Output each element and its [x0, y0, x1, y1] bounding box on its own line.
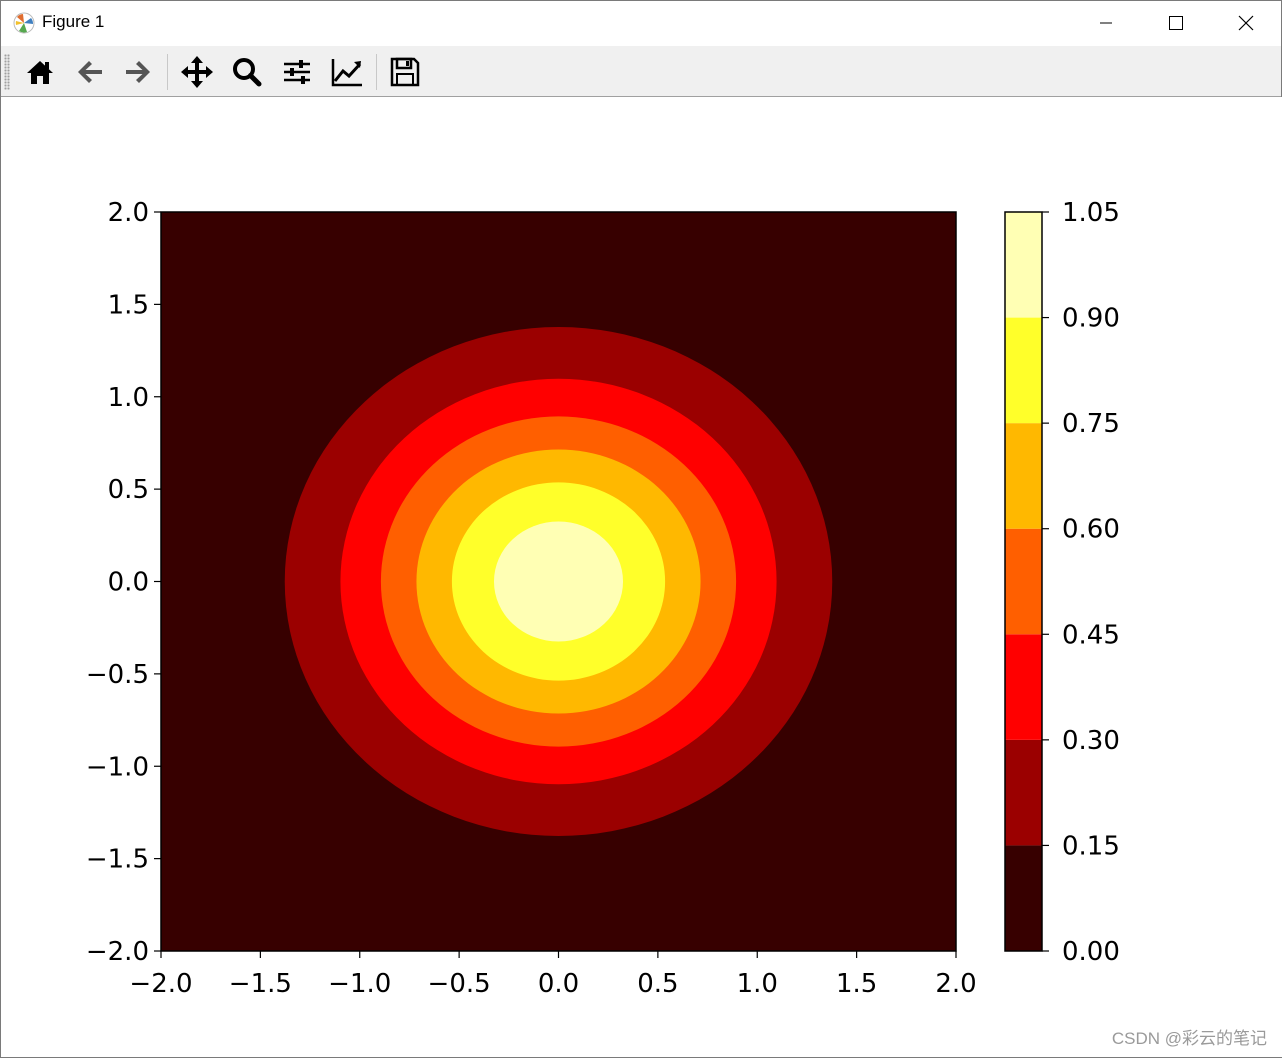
close-button[interactable] — [1211, 1, 1281, 45]
x-axis: −2.0 −1.5 −1.0 −0.5 0.0 0.5 1.0 1.5 2.0 — [129, 951, 977, 999]
minimize-button[interactable] — [1071, 1, 1141, 45]
colorbar-segment — [1005, 634, 1042, 740]
colorbar-tick-label: 0.00 — [1062, 937, 1120, 967]
colorbar-tick-label: 0.60 — [1062, 515, 1120, 545]
forward-button[interactable] — [118, 53, 158, 91]
colorbar-segment — [1005, 845, 1042, 951]
zoom-button[interactable] — [227, 53, 267, 91]
colorbar-tick-label: 0.30 — [1062, 726, 1120, 756]
x-tick-label: −1.5 — [229, 969, 292, 999]
colorbar-segment — [1005, 423, 1042, 529]
contour-chart[interactable]: −2.0 −1.5 −1.0 −0.5 0.0 0.5 1.0 1.5 2.0 −2.0 −1.5… — [2, 97, 1282, 1057]
back-button[interactable] — [70, 53, 110, 91]
y-tick-label: 2.0 — [108, 198, 149, 228]
colorbar-tick-label: 1.05 — [1062, 198, 1120, 228]
minimize-icon — [1100, 22, 1112, 24]
move-icon — [181, 56, 213, 88]
close-icon — [1238, 15, 1254, 31]
y-tick-label: −0.5 — [86, 660, 149, 690]
arrow-left-icon — [78, 61, 102, 83]
figure-window: Figure 1 −2.0 −1.5 −1.0 −0.5 0.0 0.5 1.0… — [0, 0, 1282, 1058]
y-tick-label: 0.5 — [108, 475, 149, 505]
edit-axes-button[interactable] — [327, 53, 367, 91]
maximize-button[interactable] — [1141, 1, 1211, 45]
save-button[interactable] — [385, 53, 425, 91]
toolbar-separator — [376, 54, 377, 90]
maximize-icon — [1169, 16, 1183, 30]
y-tick-label: −1.5 — [86, 845, 149, 875]
y-tick-label: 0.0 — [108, 568, 149, 598]
y-tick-label: 1.0 — [108, 383, 149, 413]
x-tick-label: −2.0 — [129, 969, 192, 999]
floppy-disk-icon — [390, 57, 420, 87]
colorbar-segment — [1005, 739, 1042, 846]
navigation-toolbar — [1, 46, 1281, 97]
colorbar-segment — [1005, 212, 1042, 318]
watermark-text: CSDN @彩云的笔记 — [1111, 1029, 1267, 1048]
subplots-button[interactable] — [277, 53, 317, 91]
y-tick-label: 1.5 — [108, 290, 149, 320]
home-icon — [27, 61, 53, 84]
matplotlib-logo-icon — [13, 12, 35, 34]
title-bar[interactable]: Figure 1 — [1, 1, 1281, 45]
line-chart-icon — [331, 59, 362, 87]
colorbar-tick-label: 0.45 — [1062, 620, 1120, 650]
x-tick-label: −1.0 — [328, 969, 391, 999]
y-axis: −2.0 −1.5 −1.0 −0.5 0.0 0.5 1.0 1.5 2.0 — [86, 198, 161, 967]
contour-band-6 — [493, 521, 624, 642]
window-title: Figure 1 — [42, 12, 105, 31]
figure-canvas[interactable]: −2.0 −1.5 −1.0 −0.5 0.0 0.5 1.0 1.5 2.0 −2.0 −1.5… — [2, 97, 1282, 1057]
colorbar-segment — [1005, 528, 1042, 635]
colorbar: 0.00 0.15 0.30 0.45 0.60 0.75 0.90 1.05 — [1004, 198, 1120, 967]
colorbar-tick-label: 0.75 — [1062, 409, 1120, 439]
home-button[interactable] — [20, 53, 60, 91]
x-tick-label: 1.0 — [737, 969, 778, 999]
x-tick-label: 2.0 — [935, 969, 976, 999]
contour-fills — [161, 212, 956, 951]
x-tick-label: −0.5 — [428, 969, 491, 999]
y-tick-label: −2.0 — [86, 937, 149, 967]
colorbar-segment — [1005, 317, 1042, 424]
y-tick-label: −1.0 — [86, 752, 149, 782]
magnifier-icon — [233, 58, 262, 87]
toolbar-grip[interactable] — [4, 54, 10, 90]
colorbar-tick-label: 0.90 — [1062, 304, 1120, 334]
arrow-right-icon — [126, 61, 150, 83]
toolbar-separator — [167, 54, 168, 90]
pan-button[interactable] — [177, 53, 217, 91]
sliders-icon — [284, 60, 310, 84]
x-tick-label: 1.5 — [836, 969, 877, 999]
colorbar-tick-label: 0.15 — [1062, 831, 1120, 861]
x-tick-label: 0.0 — [538, 969, 579, 999]
x-tick-label: 0.5 — [637, 969, 678, 999]
